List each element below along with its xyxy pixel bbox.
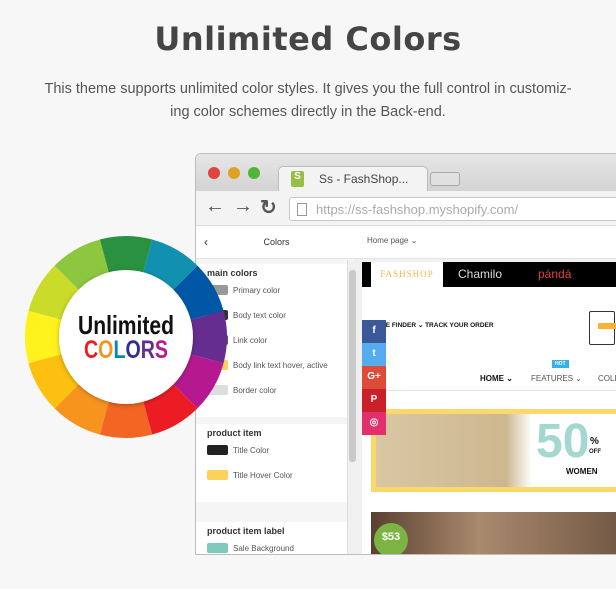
colors-letter: R — [141, 336, 155, 364]
colors-letter: C — [84, 336, 98, 364]
wheel-text-colors: COLORS — [84, 336, 168, 364]
colors-letter: L — [113, 336, 125, 364]
wheel-segment — [99, 400, 153, 438]
colors-letter: S — [155, 336, 168, 364]
color-wheel: Unlimited COLORS — [24, 236, 227, 438]
wheel-segment — [99, 236, 153, 274]
wheel-segment — [24, 310, 63, 364]
colors-letter: O — [98, 336, 113, 364]
colors-letter: O — [125, 336, 140, 364]
wheel-segment — [189, 310, 227, 364]
